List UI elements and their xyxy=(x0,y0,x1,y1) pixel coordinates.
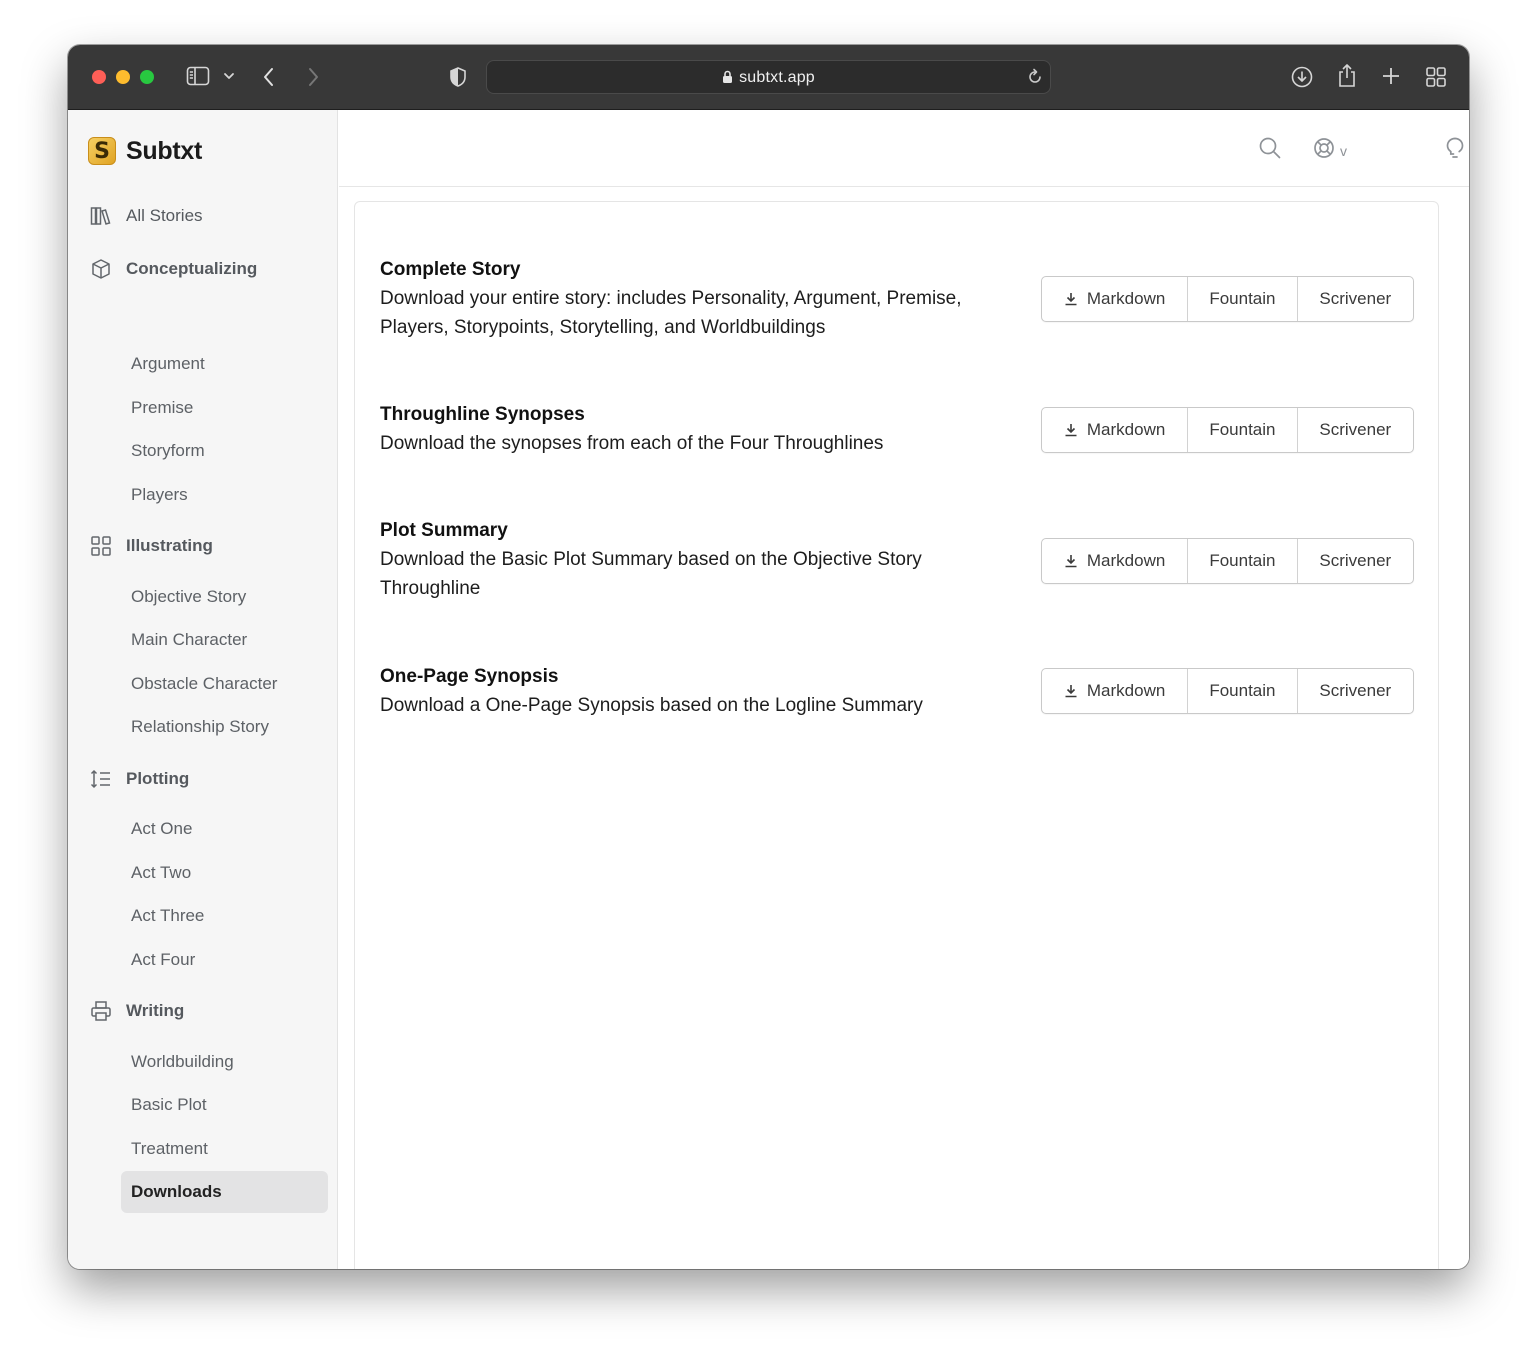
button-label: Markdown xyxy=(1086,289,1166,308)
download-section-plot-summary: Plot Summary Download the Basic Plot Sum… xyxy=(380,517,1415,603)
sidebar-item-relationship-story[interactable]: Relationship Story xyxy=(121,706,328,748)
sidebar-item-act-one[interactable]: Act One xyxy=(121,808,328,850)
sidebar-section-illustrating[interactable]: Illustrating xyxy=(90,533,213,559)
download-icon xyxy=(1064,554,1078,568)
chevron-down-icon[interactable] xyxy=(223,70,235,82)
chevron-down-icon: v xyxy=(1340,142,1347,159)
download-icon[interactable] xyxy=(1290,65,1314,89)
sidebar-section-label: Writing xyxy=(126,1001,185,1020)
export-button-group: Markdown Fountain Scrivener xyxy=(1041,668,1414,714)
browser-window: subtxt.app S Subtxt All Stories Conceptu… xyxy=(68,45,1469,1269)
sidebar-item-label: All Stories xyxy=(126,206,203,225)
sidebar-section-label: Conceptualizing xyxy=(126,259,258,278)
scrivener-button[interactable]: Scrivener xyxy=(1298,277,1413,321)
sidebar-section-label: Plotting xyxy=(126,769,190,788)
sidebar: S Subtxt All Stories Conceptualizing Arg… xyxy=(68,110,338,1269)
downloads-card: Complete Story Download your entire stor… xyxy=(354,201,1439,1269)
brand-name: Subtxt xyxy=(126,136,202,165)
sidebar-item-act-four[interactable]: Act Four xyxy=(121,939,328,981)
sidebar-item-main-character[interactable]: Main Character xyxy=(121,619,328,661)
section-description: Download your entire story: includes Per… xyxy=(380,288,962,338)
section-description: Download the synopses from each of the F… xyxy=(380,433,884,454)
tabs-grid-icon[interactable] xyxy=(1425,66,1447,88)
button-label: Markdown xyxy=(1086,420,1166,439)
zoom-window-button[interactable] xyxy=(140,70,154,84)
sidebar-section-label: Illustrating xyxy=(126,536,213,555)
markdown-button[interactable]: Markdown xyxy=(1042,408,1189,452)
markdown-button[interactable]: Markdown xyxy=(1042,539,1189,583)
grid-icon xyxy=(90,535,112,557)
download-section-one-page-synopsis: One-Page Synopsis Download a One-Page Sy… xyxy=(380,663,1415,720)
export-button-group: Markdown Fountain Scrivener xyxy=(1041,276,1414,322)
minimize-window-button[interactable] xyxy=(116,70,130,84)
close-window-button[interactable] xyxy=(92,70,106,84)
button-label: Markdown xyxy=(1086,681,1166,700)
sidebar-section-writing[interactable]: Writing xyxy=(90,998,184,1024)
back-icon[interactable] xyxy=(262,66,276,88)
download-section-complete-story: Complete Story Download your entire stor… xyxy=(380,256,1415,342)
sidebar-item-basic-plot[interactable]: Basic Plot xyxy=(121,1084,328,1126)
idea-icon[interactable] xyxy=(1444,136,1466,160)
download-icon xyxy=(1064,423,1078,437)
download-icon xyxy=(1064,292,1078,306)
shield-icon[interactable] xyxy=(448,66,468,88)
sidebar-section-conceptualizing[interactable]: Conceptualizing xyxy=(90,256,257,282)
help-icon xyxy=(1312,136,1336,165)
download-icon xyxy=(1064,684,1078,698)
sidebar-item-premise[interactable]: Premise xyxy=(121,387,328,429)
sidebar-item-storyform[interactable]: Storyform xyxy=(121,430,328,472)
markdown-button[interactable]: Markdown xyxy=(1042,277,1189,321)
sidebar-item-players[interactable]: Players xyxy=(121,474,328,516)
sidebar-item-all-stories[interactable]: All Stories xyxy=(90,203,203,229)
sidebar-item-downloads[interactable]: Downloads xyxy=(121,1171,328,1213)
address-bar[interactable]: subtxt.app xyxy=(486,60,1051,94)
help-menu[interactable]: v xyxy=(1312,136,1347,165)
search-icon[interactable] xyxy=(1258,136,1282,160)
url-text: subtxt.app xyxy=(739,69,815,86)
sidebar-item-argument[interactable]: Argument xyxy=(121,343,328,385)
sidebar-item-worldbuilding[interactable]: Worldbuilding xyxy=(121,1041,328,1083)
sidebar-section-plotting[interactable]: Plotting xyxy=(90,766,189,792)
markdown-button[interactable]: Markdown xyxy=(1042,669,1189,713)
main-content: v Complete Story Download your entire st… xyxy=(339,110,1469,1269)
reload-icon[interactable] xyxy=(1026,68,1044,91)
sidebar-icon[interactable] xyxy=(186,65,210,87)
download-section-throughline-synopses: Throughline Synopses Download the synops… xyxy=(380,401,1415,458)
scrivener-button[interactable]: Scrivener xyxy=(1298,539,1413,583)
scrivener-button[interactable]: Scrivener xyxy=(1298,669,1413,713)
browser-toolbar: subtxt.app xyxy=(68,45,1469,110)
cube-icon xyxy=(90,258,112,280)
fountain-button[interactable]: Fountain xyxy=(1188,669,1298,713)
brand[interactable]: S Subtxt xyxy=(88,136,202,166)
section-description: Download the Basic Plot Summary based on… xyxy=(380,549,922,599)
fountain-button[interactable]: Fountain xyxy=(1188,539,1298,583)
lock-icon xyxy=(722,70,733,89)
export-button-group: Markdown Fountain Scrivener xyxy=(1041,407,1414,453)
brand-logo: S xyxy=(88,137,116,165)
plus-icon[interactable] xyxy=(1380,65,1402,87)
button-label: Markdown xyxy=(1086,551,1166,570)
share-icon[interactable] xyxy=(1336,63,1358,89)
sidebar-item-act-three[interactable]: Act Three xyxy=(121,895,328,937)
fountain-button[interactable]: Fountain xyxy=(1188,408,1298,452)
sidebar-item-objective-story[interactable]: Objective Story xyxy=(121,576,328,618)
app-header: v xyxy=(339,110,1469,187)
export-button-group: Markdown Fountain Scrivener xyxy=(1041,538,1414,584)
section-description: Download a One-Page Synopsis based on th… xyxy=(380,695,923,716)
sidebar-item-obstacle-character[interactable]: Obstacle Character xyxy=(121,663,328,705)
fountain-button[interactable]: Fountain xyxy=(1188,277,1298,321)
ordered-list-icon xyxy=(90,768,112,790)
sidebar-item-treatment[interactable]: Treatment xyxy=(121,1128,328,1170)
printer-icon xyxy=(90,1000,112,1022)
sidebar-item-act-two[interactable]: Act Two xyxy=(121,852,328,894)
scrivener-button[interactable]: Scrivener xyxy=(1298,408,1413,452)
books-icon xyxy=(90,205,112,227)
forward-icon[interactable] xyxy=(306,66,320,88)
